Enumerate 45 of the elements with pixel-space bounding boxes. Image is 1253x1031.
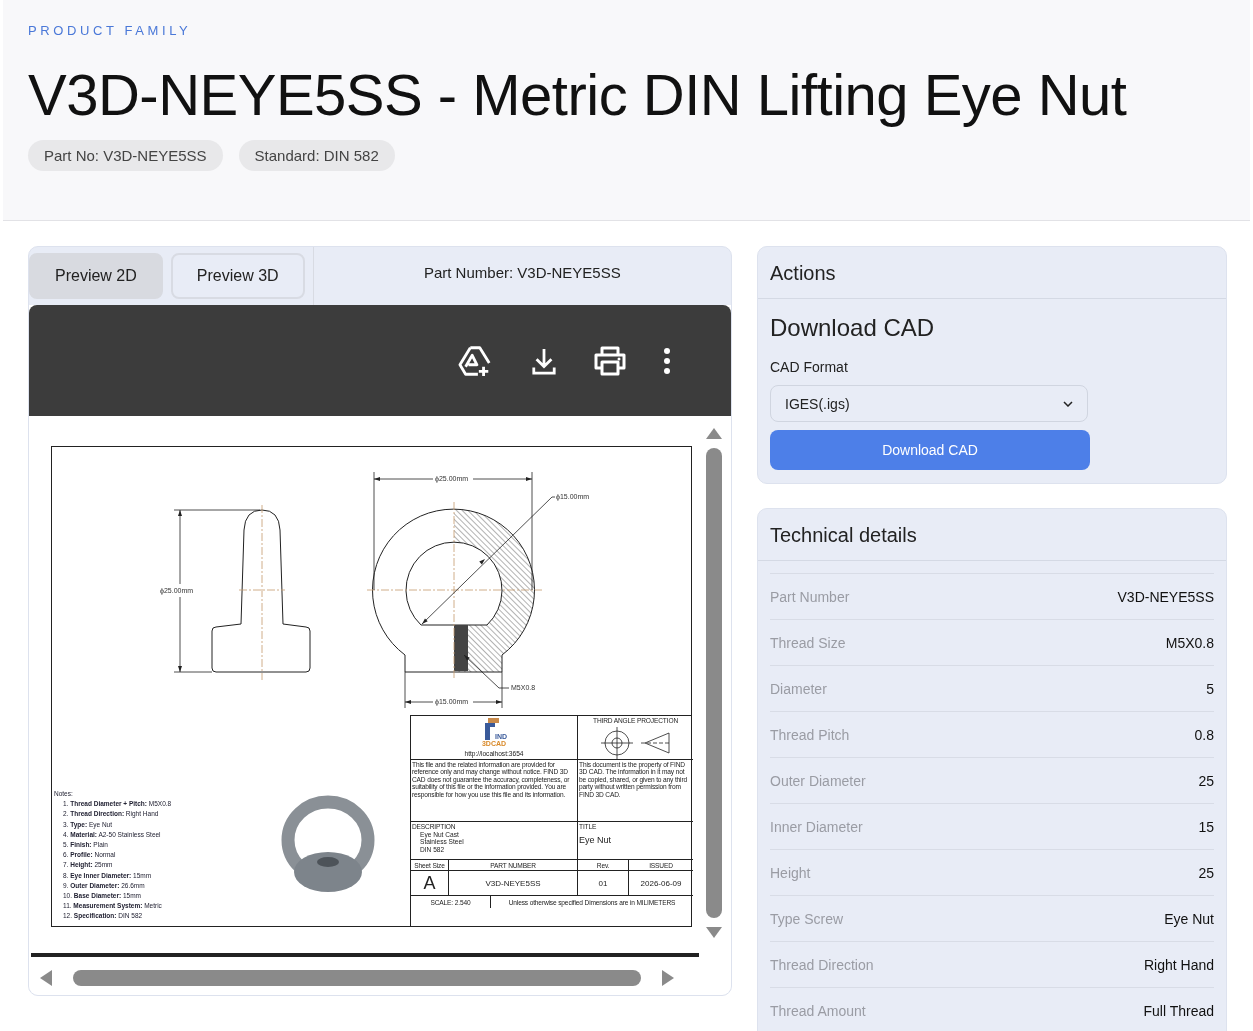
detail-label: Thread Pitch: [770, 726, 850, 743]
scroll-up-arrow-icon[interactable]: [705, 426, 723, 440]
detail-label: Diameter: [770, 680, 827, 697]
card-title: Actions: [758, 247, 1226, 299]
detail-label: Thread Amount: [770, 1002, 866, 1019]
download-icon[interactable]: [531, 346, 557, 375]
detail-value: M5X0.8: [1165, 634, 1214, 651]
detail-value: Right Hand: [1143, 956, 1214, 973]
page-title: V3D-NEYE5SS - Metric DIN Lifting Eye Nut: [28, 62, 1128, 128]
detail-value: 15: [1198, 818, 1214, 835]
scroll-down-arrow-icon[interactable]: [705, 926, 723, 940]
title-block-value: A: [411, 871, 449, 896]
chevron-down-icon: [1063, 400, 1073, 407]
section-heading: Download CAD: [770, 313, 936, 343]
detail-label: Outer Diameter: [770, 772, 866, 789]
detail-value: V3D-NEYE5SS: [1117, 588, 1214, 605]
detail-value: 0.8: [1194, 726, 1214, 743]
title-block-value: 01: [578, 871, 629, 896]
preview-tab[interactable]: Preview 3D: [170, 253, 305, 299]
field-label: CAD Format: [770, 359, 849, 375]
detail-value: 25: [1198, 864, 1214, 881]
print-icon[interactable]: [593, 345, 627, 376]
detail-value: 25: [1198, 772, 1214, 789]
title-block-value: V3D-NEYE5SS: [449, 871, 578, 896]
detail-value: 5: [1206, 680, 1214, 697]
detail-label: Part Number: [770, 588, 850, 605]
info-pill: Part No: V3D-NEYE5SS: [28, 140, 223, 171]
preview-tab[interactable]: Preview 2D: [29, 253, 163, 299]
download-cad-button[interactable]: Download CAD: [770, 430, 1090, 470]
title-block-value: 2026-06-09: [629, 871, 693, 896]
drawing-title: Eye Nut: [579, 835, 612, 845]
eyebrow-label: PRODUCT FAMILY: [28, 22, 193, 40]
detail-label: Inner Diameter: [770, 818, 863, 835]
detail-label: Type Screw: [770, 910, 844, 927]
detail-value: Full Thread: [1143, 1002, 1214, 1019]
cad-format-dropdown[interactable]: IGES(.igs): [770, 385, 1088, 422]
detail-label: Thread Size: [770, 634, 846, 651]
scroll-left-arrow-icon[interactable]: [39, 969, 53, 987]
scroll-right-arrow-icon[interactable]: [661, 969, 675, 987]
detail-value: Eye Nut: [1164, 910, 1214, 927]
detail-label: Thread Direction: [770, 956, 874, 973]
more-options-icon[interactable]: [663, 346, 671, 375]
info-pill: Standard: DIN 582: [238, 140, 395, 171]
detail-label: Height: [770, 864, 811, 881]
card-title: Technical details: [758, 509, 1226, 561]
